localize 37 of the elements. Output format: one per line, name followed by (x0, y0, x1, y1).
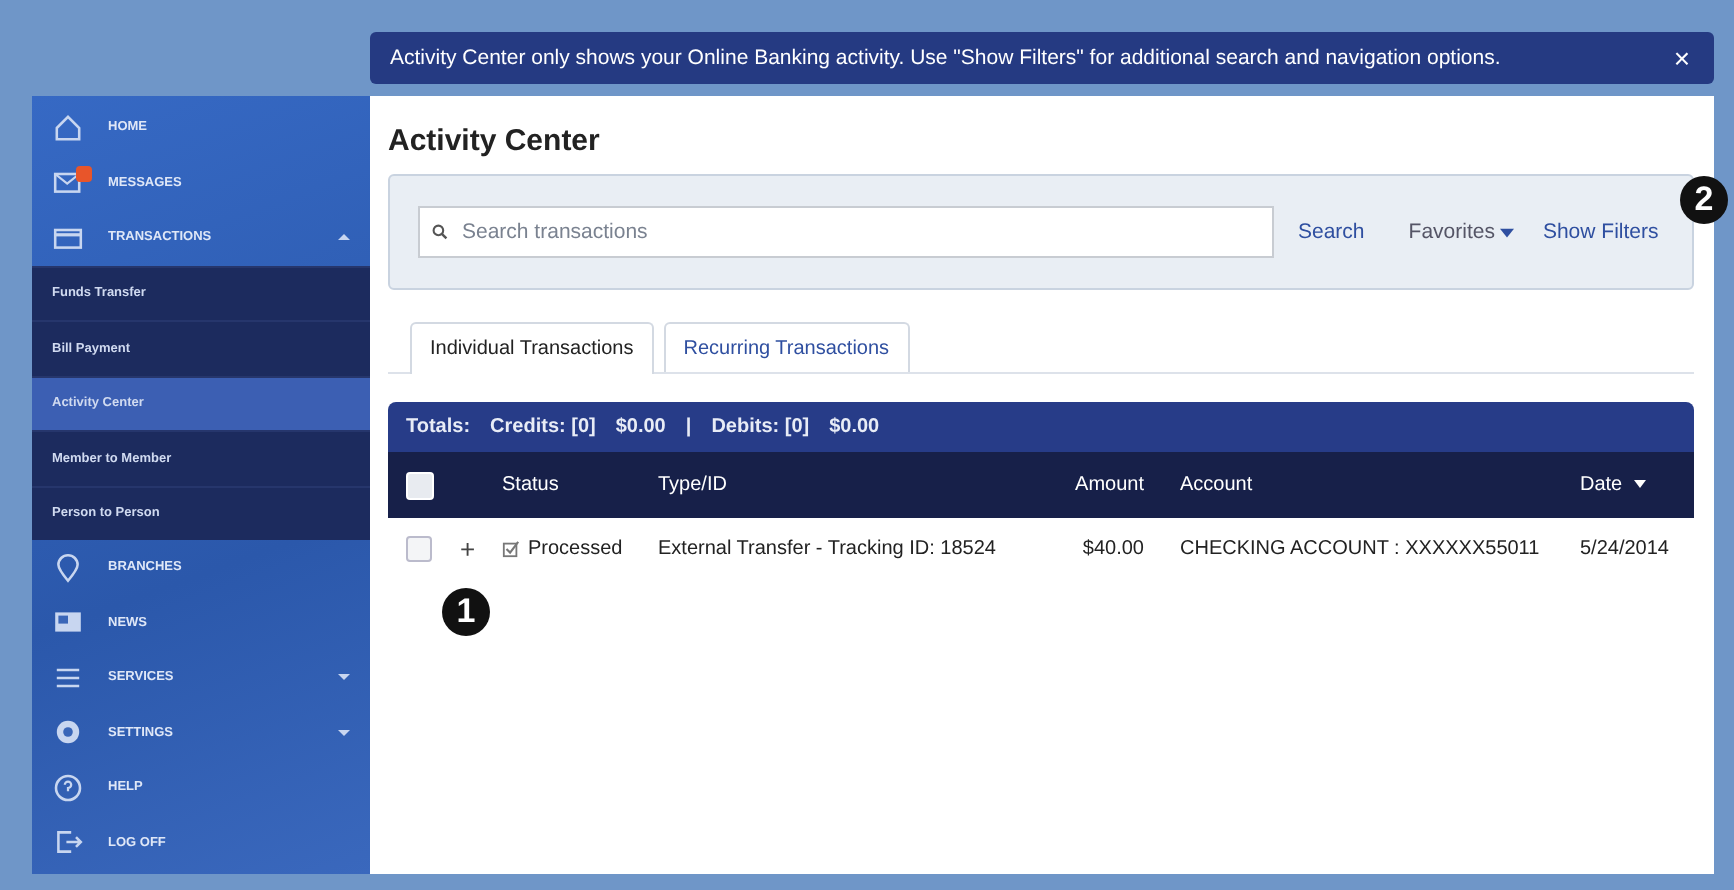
table-cell: $40.00 (1082, 537, 1144, 559)
select-all-checkbox[interactable] (406, 471, 434, 499)
tab[interactable]: Individual Transactions (410, 322, 654, 374)
separator-text: | (685, 416, 692, 438)
column-header[interactable]: Date (1580, 474, 1647, 496)
page-title: Activity Center (388, 124, 602, 158)
column-header[interactable]: Status (502, 474, 559, 496)
column-header[interactable]: Account (1180, 474, 1253, 496)
column-header[interactable]: Amount (1075, 474, 1144, 496)
show-filters-link[interactable]: Show Filters (1538, 220, 1663, 244)
tab[interactable]: Recurring Transactions (663, 322, 910, 372)
expand-button[interactable]: + (460, 533, 476, 563)
table-cell: 5/24/2014 (1580, 537, 1669, 559)
totals-label: Totals: (406, 416, 471, 438)
table-cell: Processed (528, 537, 623, 559)
gear-icon (52, 716, 84, 749)
credits-count: Credits: [0] (490, 416, 596, 438)
location-pin-icon (52, 551, 84, 584)
favorites-dropdown[interactable]: Favorites (1404, 220, 1519, 244)
home-icon (52, 111, 84, 144)
table-cell: CHECKING ACCOUNT : XXXXXX55011 (1180, 537, 1540, 559)
callout-marker: 1 (442, 588, 490, 636)
banner-message: Activity Center only shows your Online Banking activity. Use "Show Filters" for additional search and navigation options. (390, 46, 1503, 70)
exit-icon (52, 826, 84, 859)
column-header[interactable]: Type/ID (658, 474, 727, 496)
caret-icon (1500, 227, 1515, 237)
callout-marker: 2 (1680, 176, 1728, 224)
table-cell: External Transfer - Tracking ID: 18524 (658, 537, 996, 559)
row-checkbox[interactable] (406, 535, 432, 561)
search-button[interactable]: Search (1294, 220, 1369, 244)
help-icon (52, 771, 84, 804)
close-button[interactable]: × (1669, 42, 1694, 74)
debits-count: Debits: [0] (711, 416, 810, 438)
credits-amount: $0.00 (615, 416, 666, 438)
debits-amount: $0.00 (829, 416, 880, 438)
search-field[interactable]: Search transactions (418, 206, 1274, 258)
check-icon (502, 539, 520, 557)
